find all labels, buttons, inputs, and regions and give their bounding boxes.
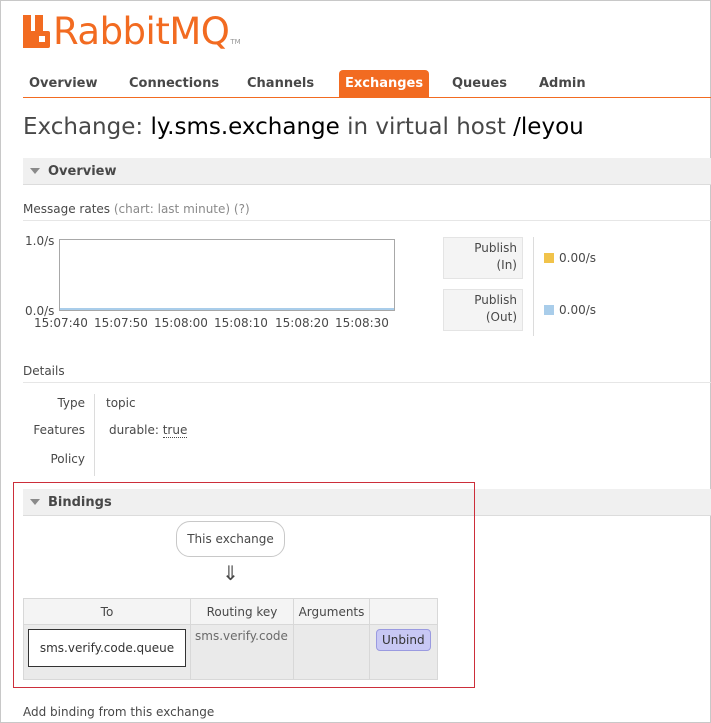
x-tick: 15:07:40 — [34, 316, 88, 330]
publish-out-color-swatch — [544, 305, 554, 315]
exchange-name: ly.sms.exchange — [150, 114, 340, 140]
features-durable-label: durable: — [109, 423, 159, 437]
y-axis-max: 1.0/s — [25, 234, 55, 248]
title-middle: in virtual host — [347, 114, 506, 140]
x-tick: 15:08:30 — [335, 316, 389, 330]
highlight-annotation-box — [13, 482, 475, 688]
publish-in-rate: 0.00/s — [559, 251, 597, 265]
x-tick: 15:08:10 — [214, 316, 268, 330]
divider — [23, 382, 711, 383]
x-tick: 15:07:50 — [94, 316, 148, 330]
overview-section-toggle[interactable]: Overview — [23, 158, 711, 185]
features-key: Features — [33, 423, 85, 437]
rabbitmq-logo: RabbitMQ TM — [23, 10, 241, 53]
tab-overview[interactable]: Overview — [29, 70, 98, 97]
publish-out-series-line — [60, 308, 394, 310]
divider — [94, 394, 95, 476]
legend-publish-out: Publish (Out) — [443, 289, 523, 331]
page-title: Exchange: ly.sms.exchange in virtual hos… — [23, 114, 584, 140]
divider — [533, 237, 534, 336]
rabbit-logo-icon — [23, 15, 50, 48]
add-binding-section-label[interactable]: Add binding from this exchange — [23, 705, 214, 719]
tab-queues[interactable]: Queues — [452, 70, 507, 97]
logo-text: RabbitMQ — [53, 10, 230, 53]
details-label: Details — [23, 364, 65, 378]
tab-admin[interactable]: Admin — [539, 70, 586, 97]
publish-in-color-swatch — [544, 253, 554, 263]
legend-publish-in: Publish (In) — [443, 237, 523, 279]
logo-trademark: TM — [230, 38, 241, 46]
main-nav: Overview Connections Channels Exchanges … — [23, 70, 711, 98]
tab-connections[interactable]: Connections — [129, 70, 219, 97]
features-durable-value: true — [162, 423, 188, 438]
policy-key: Policy — [50, 452, 85, 466]
message-rates-label: Message rates (chart: last minute) (?) — [23, 202, 250, 216]
type-key: Type — [57, 396, 85, 410]
vhost-name: /leyou — [513, 114, 584, 140]
tab-exchanges[interactable]: Exchanges — [339, 70, 430, 97]
x-tick: 15:08:00 — [154, 316, 208, 330]
collapse-triangle-icon — [30, 168, 40, 174]
tab-channels[interactable]: Channels — [247, 70, 314, 97]
chart-range-hint[interactable]: (chart: last minute) (?) — [114, 202, 250, 216]
message-rates-chart — [59, 239, 395, 311]
overview-section-label: Overview — [48, 163, 117, 179]
type-value: topic — [106, 396, 136, 410]
title-prefix: Exchange: — [23, 114, 144, 140]
features-value: durable: true — [109, 423, 188, 438]
publish-out-rate: 0.00/s — [559, 303, 597, 317]
x-tick: 15:08:20 — [275, 316, 329, 330]
divider — [23, 220, 711, 221]
